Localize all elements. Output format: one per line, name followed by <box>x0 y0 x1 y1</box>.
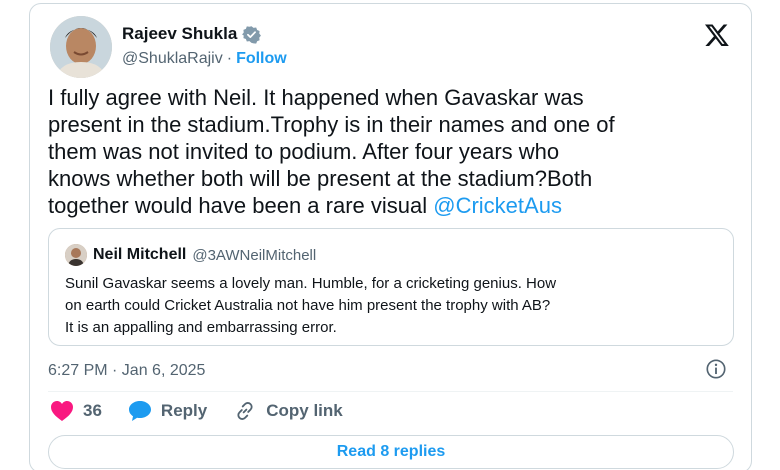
tweet-timestamp[interactable]: 6:27 PM · Jan 6, 2025 <box>48 362 205 380</box>
quoted-author-name: Neil Mitchell <box>93 246 187 263</box>
quoted-author-handle: @3AWNeilMitchell <box>192 246 317 264</box>
tweet-actions: 36 Reply Copy link <box>50 400 343 422</box>
verified-badge-icon <box>242 25 262 44</box>
speech-bubble-icon <box>128 401 151 421</box>
quoted-author-avatar <box>65 244 87 266</box>
copy-link-label: Copy link <box>266 401 343 420</box>
follow-button[interactable]: Follow <box>236 50 287 68</box>
copy-link-button[interactable]: Copy link <box>233 400 343 422</box>
author-handle[interactable]: @ShuklaRajiv <box>122 50 223 68</box>
like-count: 36 <box>83 401 102 420</box>
handle-separator: · <box>226 50 233 67</box>
like-button[interactable]: 36 <box>50 400 102 422</box>
quoted-tweet-header: Neil Mitchell @3AWNeilMitchell <box>65 244 316 266</box>
link-icon <box>237 402 253 420</box>
read-replies-button[interactable]: Read 8 replies <box>48 435 734 469</box>
quoted-tweet-text: Sunil Gavaskar seems a lovely man. Humbl… <box>65 275 557 336</box>
mention-link[interactable]: @CricketAus <box>433 193 562 218</box>
quoted-tweet[interactable]: Neil Mitchell @3AWNeilMitchell Sunil Gav… <box>48 228 734 346</box>
author-name-row: Rajeev Shukla <box>122 24 262 44</box>
author-avatar-image <box>50 16 112 78</box>
reply-label: Reply <box>160 401 208 420</box>
actions-divider <box>48 391 733 392</box>
tweet-card: Rajeev Shukla @ShuklaRajiv · Follow I fu… <box>29 3 752 470</box>
heart-icon <box>51 401 73 421</box>
tweet-body: I fully agree with Neil. It happened whe… <box>48 84 728 219</box>
reply-button[interactable]: Reply <box>128 400 207 422</box>
author-name[interactable]: Rajeev Shukla <box>122 24 237 44</box>
author-avatar[interactable] <box>50 16 112 78</box>
info-icon[interactable] <box>705 358 727 380</box>
author-handle-row: @ShuklaRajiv · Follow <box>122 50 287 68</box>
x-logo-icon[interactable] <box>703 22 731 48</box>
